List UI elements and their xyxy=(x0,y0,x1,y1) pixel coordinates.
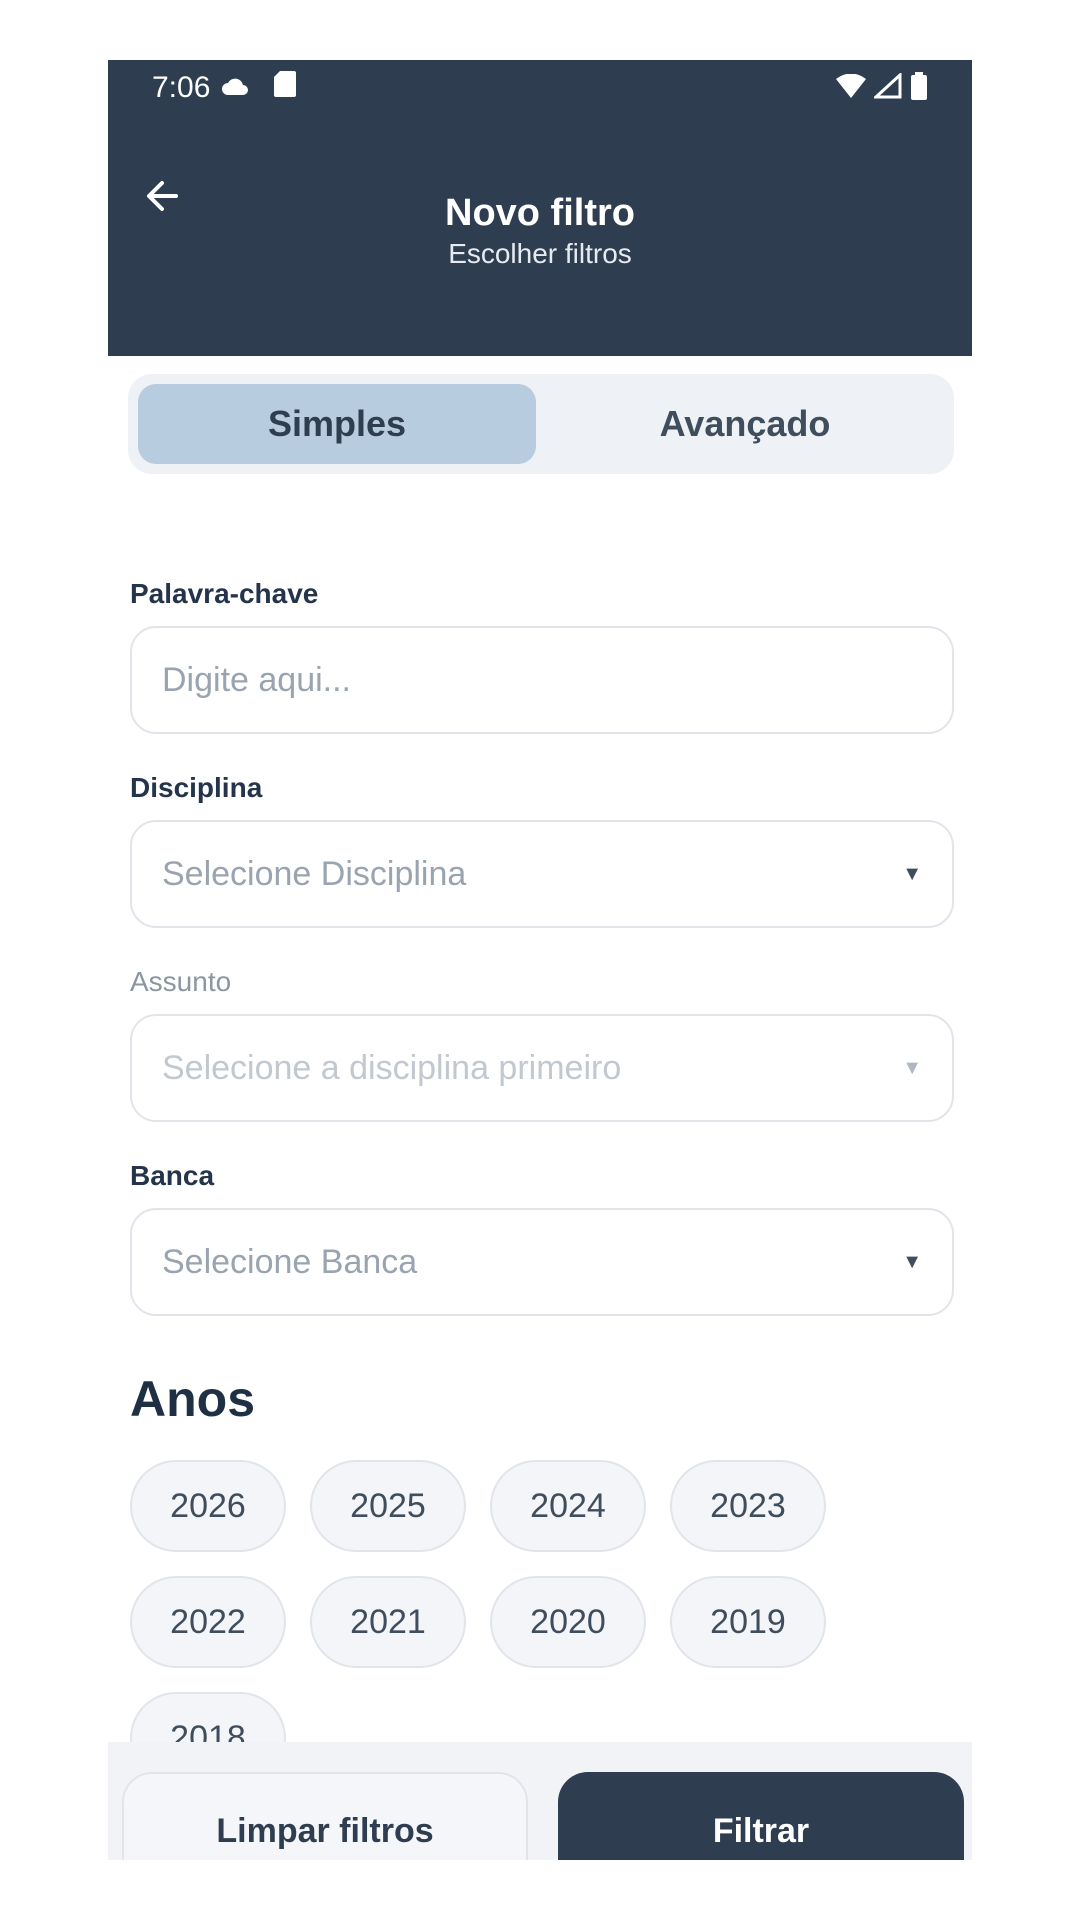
tab-simples[interactable]: Simples xyxy=(138,384,536,464)
year-chip[interactable]: 2025 xyxy=(310,1460,466,1552)
assunto-placeholder: Selecione a disciplina primeiro xyxy=(162,1048,622,1087)
banca-label: Banca xyxy=(130,1160,215,1191)
year-chips: 2026 2025 2024 2023 2022 2021 2020 2019 … xyxy=(130,1460,850,1784)
status-time: 7:06 xyxy=(152,71,211,104)
clear-filters-button[interactable]: Limpar filtros xyxy=(122,1772,528,1860)
status-bar: 7:06 xyxy=(108,60,972,116)
year-chip[interactable]: 2019 xyxy=(670,1576,826,1668)
disciplina-select[interactable]: Selecione Disciplina ▼ xyxy=(130,820,954,928)
assunto-select[interactable]: Selecione a disciplina primeiro ▼ xyxy=(130,1014,954,1122)
bottom-action-bar: Limpar filtros Filtrar xyxy=(108,1742,972,1860)
phone-screen: 7:06 Novo filtro Escolher filtros Simple… xyxy=(108,60,972,1860)
years-section-title: Anos xyxy=(130,1371,255,1427)
app-bar: 7:06 Novo filtro Escolher filtros xyxy=(108,60,972,356)
chevron-down-icon: ▼ xyxy=(902,1056,922,1079)
status-left: 7:06 xyxy=(152,71,297,105)
filter-mode-tabs: Simples Avançado xyxy=(128,374,954,474)
filter-button[interactable]: Filtrar xyxy=(558,1772,964,1860)
tab-avancado[interactable]: Avançado xyxy=(546,384,944,464)
chevron-down-icon: ▼ xyxy=(902,1250,922,1273)
sd-card-icon xyxy=(274,71,297,105)
signal-icon xyxy=(872,71,902,104)
header-titles: Novo filtro Escolher filtros xyxy=(108,190,972,272)
banca-placeholder: Selecione Banca xyxy=(162,1242,418,1281)
year-chip[interactable]: 2020 xyxy=(490,1576,646,1668)
keyword-input[interactable]: Digite aqui... xyxy=(130,626,954,734)
year-chip[interactable]: 2023 xyxy=(670,1460,826,1552)
year-chip[interactable]: 2021 xyxy=(310,1576,466,1668)
disciplina-placeholder: Selecione Disciplina xyxy=(162,854,467,893)
assunto-label: Assunto xyxy=(130,966,232,997)
battery-icon xyxy=(910,71,928,105)
year-chip[interactable]: 2022 xyxy=(130,1576,286,1668)
cloud-icon xyxy=(220,71,250,105)
wifi-icon xyxy=(836,73,866,103)
page-subtitle: Escolher filtros xyxy=(448,238,632,269)
disciplina-label: Disciplina xyxy=(130,772,263,803)
page-title: Novo filtro xyxy=(445,192,635,234)
year-chip[interactable]: 2024 xyxy=(490,1460,646,1552)
status-right xyxy=(836,71,928,105)
keyword-label: Palavra-chave xyxy=(130,578,319,609)
keyword-placeholder: Digite aqui... xyxy=(162,660,351,699)
year-chip[interactable]: 2026 xyxy=(130,1460,286,1552)
chevron-down-icon: ▼ xyxy=(902,862,922,885)
banca-select[interactable]: Selecione Banca ▼ xyxy=(130,1208,954,1316)
